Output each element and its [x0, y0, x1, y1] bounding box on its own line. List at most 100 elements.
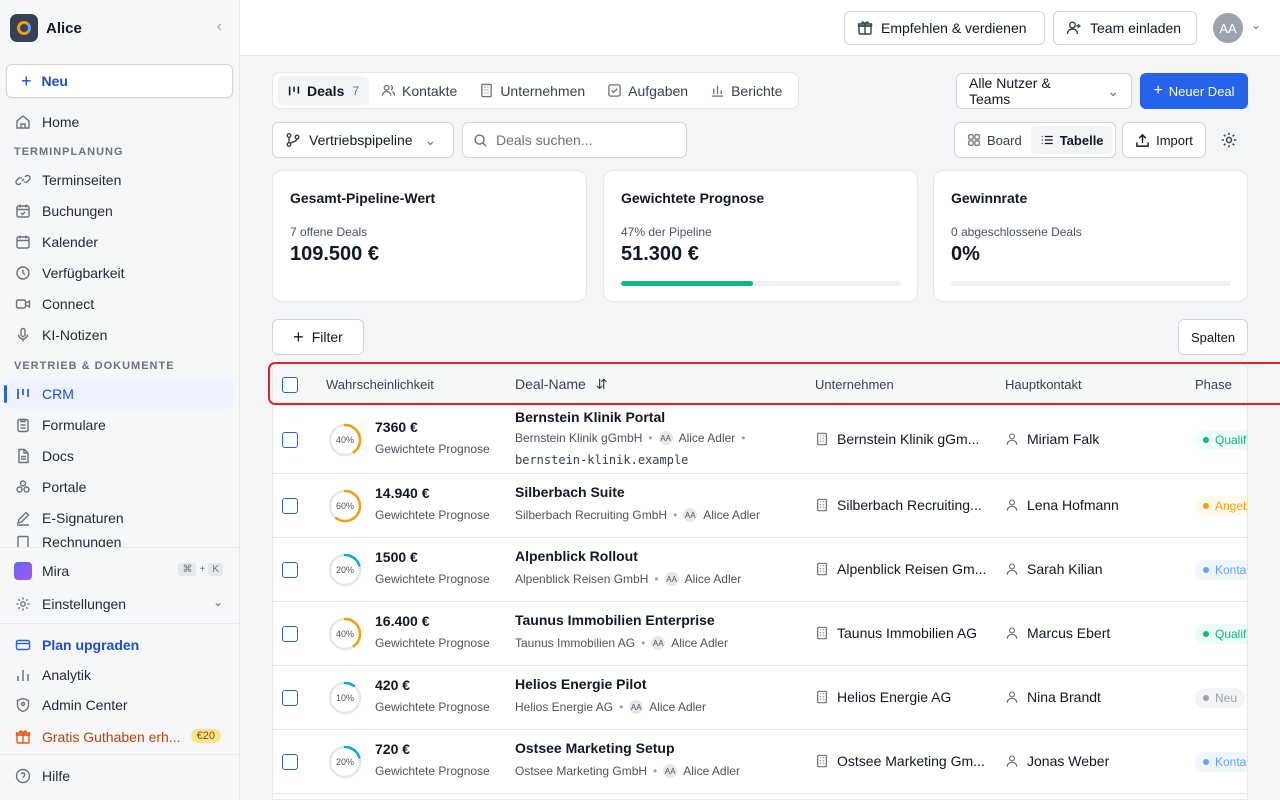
owner-filter-select[interactable]: Alle Nutzer & Teams ⌄: [956, 73, 1132, 109]
probability-percent: 60%: [335, 501, 354, 511]
deal-name-link[interactable]: Silberbach Suite: [515, 484, 625, 500]
phase-badge[interactable]: Konta: [1195, 560, 1247, 580]
tab-aufgaben[interactable]: Aufgaben: [597, 76, 698, 105]
row-checkbox[interactable]: [282, 562, 298, 578]
sidebar-item-rechnungen[interactable]: Rechnungen: [6, 534, 233, 547]
microphone-icon: [14, 326, 32, 344]
contact-cell[interactable]: Jonas Weber: [1005, 753, 1109, 769]
probability-ring: 10%: [327, 680, 363, 716]
company-cell[interactable]: Taunus Immobilien AG: [815, 625, 977, 641]
table-row[interactable]: 60% 14.940 € Gewichtete Prognose Silberbach…: [273, 474, 1247, 538]
sidebar-item-ki-notizen[interactable]: KI-Notizen: [6, 320, 233, 350]
deal-name-link[interactable]: Taunus Immobilien Enterprise: [515, 612, 715, 628]
sidebar-item-hilfe[interactable]: Hilfe: [6, 761, 233, 791]
sidebar-item-label: Admin Center: [42, 697, 128, 713]
tab-deals[interactable]: Deals 7: [277, 76, 370, 105]
contact-cell[interactable]: Marcus Ebert: [1005, 625, 1110, 641]
new-button[interactable]: + Neu: [6, 64, 233, 98]
deal-name-link[interactable]: Ostsee Marketing Setup: [515, 740, 675, 756]
weighted-amount: 720 €: [375, 741, 411, 757]
sidebar-item-connect[interactable]: Connect: [6, 289, 233, 319]
phase-badge[interactable]: Qualifi: [1195, 430, 1247, 450]
company-cell[interactable]: Alpenblick Reisen Gm...: [815, 561, 986, 577]
row-checkbox[interactable]: [282, 754, 298, 770]
sidebar-item-e-signaturen[interactable]: E-Signaturen: [6, 503, 233, 533]
contact-cell[interactable]: Miriam Falk: [1005, 431, 1099, 447]
row-checkbox[interactable]: [282, 432, 298, 448]
contact-name: Sarah Kilian: [1027, 561, 1103, 577]
sidebar-item-label: Analytik: [42, 667, 92, 683]
plus-icon: +: [293, 326, 304, 347]
phase-badge[interactable]: Neu: [1195, 688, 1246, 708]
kpi-title: Gewinnrate: [951, 190, 1028, 206]
sidebar-item-buchungen[interactable]: Buchungen: [6, 196, 233, 226]
sidebar-item-portale[interactable]: Portale: [6, 472, 233, 502]
sidebar-item-free-credit[interactable]: Gratis Guthaben erh... €20: [6, 722, 233, 752]
sidebar-item-admin-center[interactable]: Admin Center: [6, 690, 233, 720]
pipeline-select[interactable]: Vertriebspipeline ⌄: [272, 122, 454, 158]
phase-badge[interactable]: Angeb: [1195, 496, 1247, 516]
table-row[interactable]: 40% 16.400 € Gewichtete Prognose Taunus Imm…: [273, 602, 1247, 666]
table-row[interactable]: 10% 420 € Gewichtete Prognose Helios Energi…: [273, 666, 1247, 730]
row-checkbox[interactable]: [282, 498, 298, 514]
new-deal-button[interactable]: + Neuer Deal: [1140, 73, 1248, 109]
sidebar-item-formulare[interactable]: Formulare: [6, 410, 233, 440]
deal-name-link[interactable]: Alpenblick Rollout: [515, 548, 638, 564]
tab-berichte[interactable]: Berichte: [700, 76, 792, 105]
sidebar-item-verfuegbarkeit[interactable]: Verfügbarkeit: [6, 258, 233, 288]
sidebar-item-einstellungen[interactable]: Einstellungen ⌄: [6, 589, 233, 619]
phase-badge[interactable]: Qualifi: [1195, 624, 1247, 644]
chevron-down-icon[interactable]: ⌄: [1251, 18, 1261, 32]
deals-table: Wahrscheinlichkeit Deal-Name ⇵ Unternehm…: [272, 363, 1248, 800]
company-cell[interactable]: Helios Energie AG: [815, 689, 951, 705]
contact-cell[interactable]: Lena Hofmann: [1005, 497, 1119, 513]
board-view-button[interactable]: Board: [958, 126, 1031, 154]
sidebar-item-crm[interactable]: CRM: [4, 379, 233, 409]
refer-button[interactable]: Empfehlen & verdienen: [844, 11, 1045, 45]
table-row[interactable]: 20% 1500 € Gewichtete Prognose Alpenblick R…: [273, 538, 1247, 602]
weighted-amount: 7360 €: [375, 419, 418, 435]
sidebar-item-kalender[interactable]: Kalender: [6, 227, 233, 257]
sidebar-item-label: Formulare: [42, 417, 106, 433]
import-button[interactable]: Import: [1122, 122, 1206, 158]
workspace-switcher[interactable]: Alice ‹: [10, 14, 230, 42]
sidebar-item-label: Kalender: [42, 234, 99, 250]
company-cell[interactable]: Ostsee Marketing Gm...: [815, 753, 985, 769]
deal-search[interactable]: [462, 122, 687, 158]
row-checkbox[interactable]: [282, 690, 298, 706]
filter-label: Filter: [311, 329, 343, 345]
tab-label: Aufgaben: [628, 82, 689, 99]
deal-meta: Bernstein Klinik gGmbH • AA Alice Adler •: [515, 431, 746, 445]
filter-button[interactable]: + Filter: [272, 319, 364, 355]
new-deal-label: Neuer Deal: [1168, 83, 1235, 99]
phase-badge[interactable]: Konta: [1195, 752, 1247, 772]
tab-unternehmen[interactable]: Unternehmen: [469, 76, 595, 105]
sidebar-item-docs[interactable]: Docs: [6, 441, 233, 471]
sidebar-item-mira[interactable]: Mira ⌘ + K: [6, 556, 233, 586]
collapse-sidebar-icon[interactable]: ‹: [217, 18, 222, 36]
sidebar-item-analytik[interactable]: Analytik: [6, 660, 233, 690]
table-view-button[interactable]: Tabelle: [1030, 126, 1113, 154]
invite-team-button[interactable]: Team einladen: [1053, 11, 1197, 45]
contact-cell[interactable]: Sarah Kilian: [1005, 561, 1103, 577]
company-cell[interactable]: Silberbach Recruiting...: [815, 497, 982, 513]
table-row[interactable]: 20% 720 € Gewichtete Prognose Ostsee Market…: [273, 730, 1247, 794]
sidebar-item-terminseiten[interactable]: Terminseiten: [6, 165, 233, 195]
table-label: Tabelle: [1059, 132, 1104, 148]
search-input[interactable]: [496, 132, 676, 148]
tab-kontakte[interactable]: Kontakte: [371, 76, 467, 105]
table-row[interactable]: 40% 7360 € Gewichtete Prognose Bernstein Kl…: [273, 406, 1247, 474]
row-checkbox[interactable]: [282, 626, 298, 642]
gear-icon[interactable]: [1220, 131, 1238, 149]
columns-button[interactable]: Spalten: [1178, 319, 1248, 355]
deal-owner: Alice Adler: [671, 636, 728, 650]
sidebar-item-label: Mira: [42, 563, 70, 579]
deal-name-link[interactable]: Bernstein Klinik Portal: [515, 409, 665, 425]
sidebar-item-plan-upgrade[interactable]: Plan upgraden: [6, 630, 233, 660]
contact-cell[interactable]: Nina Brandt: [1005, 689, 1101, 705]
weighted-amount-label: Gewichtete Prognose: [375, 508, 490, 522]
deal-name-link[interactable]: Helios Energie Pilot: [515, 676, 646, 692]
avatar[interactable]: AA: [1213, 13, 1243, 43]
sidebar-item-home[interactable]: Home: [6, 107, 233, 137]
company-cell[interactable]: Bernstein Klinik gGm...: [815, 431, 979, 447]
